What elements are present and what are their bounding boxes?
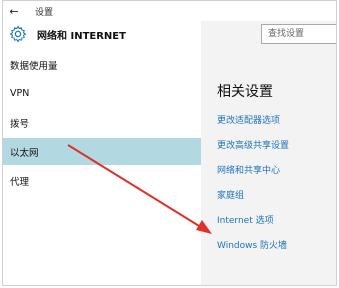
right-pane: 相关设置 更改适配器选项 更改高级共享设置 网络和共享中心 家庭组 Intern… bbox=[201, 21, 336, 285]
link-change-adapter-options[interactable]: 更改适配器选项 bbox=[217, 109, 289, 134]
sidebar-item-ethernet[interactable]: 以太网 bbox=[3, 138, 201, 165]
left-pane: 网络和 INTERNET 数据使用量 VPN 拨号 以太网 代理 bbox=[3, 21, 201, 285]
sidebar-item-label: 以太网 bbox=[10, 147, 39, 159]
link-windows-firewall[interactable]: Windows 防火墙 bbox=[217, 234, 289, 259]
sidebar-nav: 数据使用量 VPN 拨号 以太网 代理 bbox=[3, 51, 201, 196]
link-network-sharing-center[interactable]: 网络和共享中心 bbox=[217, 159, 289, 184]
sidebar-item-label: VPN bbox=[10, 88, 30, 99]
gear-icon bbox=[7, 23, 29, 45]
sidebar-item-proxy[interactable]: 代理 bbox=[3, 167, 201, 194]
sidebar-item-dialup[interactable]: 拨号 bbox=[3, 109, 201, 136]
section-header: 网络和 INTERNET bbox=[3, 21, 201, 47]
sidebar-item-label: 代理 bbox=[10, 176, 30, 188]
link-advanced-sharing[interactable]: 更改高级共享设置 bbox=[217, 134, 289, 159]
title-bar: ← 设置 bbox=[3, 1, 336, 21]
search-input[interactable]: 查找设置 bbox=[261, 24, 336, 44]
link-homegroup[interactable]: 家庭组 bbox=[217, 184, 289, 209]
settings-window: ← 设置 网络和 INTERNET 数据使用量 VPN 拨号 以太网 代理 相关… bbox=[2, 0, 337, 286]
window-title: 设置 bbox=[35, 7, 54, 18]
page-title: 网络和 INTERNET bbox=[37, 30, 126, 42]
sidebar-item-label: 数据使用量 bbox=[10, 60, 58, 72]
back-button[interactable]: ← bbox=[3, 1, 25, 21]
back-arrow-icon: ← bbox=[9, 4, 19, 18]
related-settings-title: 相关设置 bbox=[217, 84, 273, 100]
sidebar-item-data-usage[interactable]: 数据使用量 bbox=[3, 51, 201, 78]
sidebar-item-label: 拨号 bbox=[10, 118, 30, 130]
sidebar-item-vpn[interactable]: VPN bbox=[3, 80, 201, 107]
related-links: 更改适配器选项 更改高级共享设置 网络和共享中心 家庭组 Internet 选项… bbox=[217, 109, 289, 259]
link-internet-options[interactable]: Internet 选项 bbox=[217, 209, 289, 234]
